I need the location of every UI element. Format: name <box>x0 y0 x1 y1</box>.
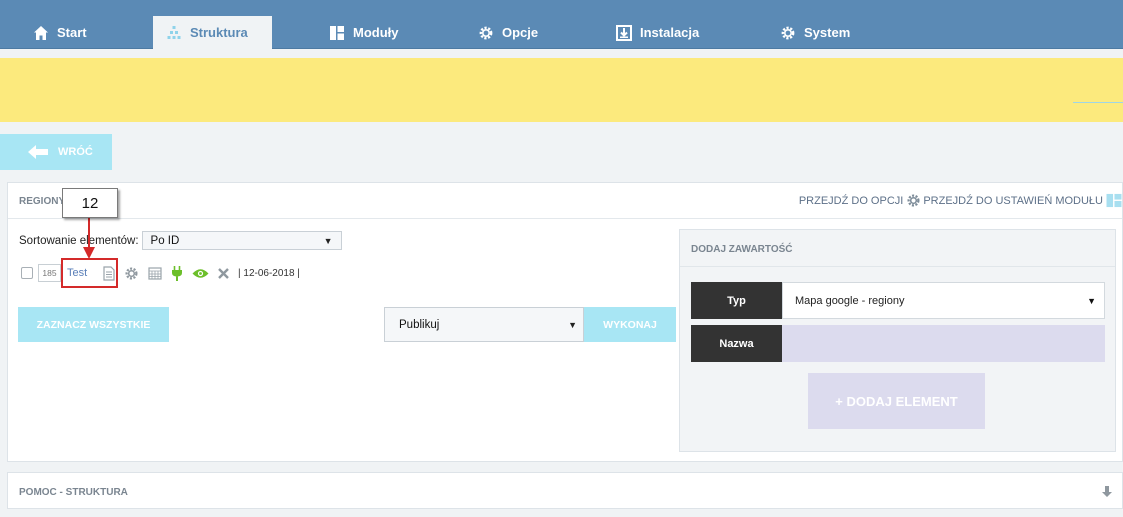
tab-label: Struktura <box>190 25 248 40</box>
annotation-highlight-box <box>61 258 118 288</box>
go-to-module-settings-link[interactable]: PRZEJDŹ DO USTAWIEŃ MODUŁU <box>923 195 1103 207</box>
dropdown-arrow-icon: ▼ <box>323 235 333 246</box>
sort-label: Sortowanie elementów: <box>19 234 139 247</box>
expand-down-icon[interactable] <box>1102 486 1112 498</box>
panel-header-links: PRZEJDŹ DO OPCJI PRZEJDŹ DO USTAWIEŃ MOD… <box>799 193 1122 208</box>
divider <box>680 266 1115 267</box>
name-input[interactable] <box>782 325 1105 362</box>
add-element-button[interactable]: + DODAJ ELEMENT <box>808 373 985 429</box>
gear-icon <box>479 26 493 39</box>
bulk-action-value: Publikuj <box>399 318 440 331</box>
help-panel[interactable]: POMOC - STRUKTURA <box>7 472 1123 509</box>
item-checkbox[interactable] <box>21 267 33 279</box>
select-all-button[interactable]: ZAZNACZ WSZYSTKIE <box>18 307 169 342</box>
name-label: Nazwa <box>691 325 782 362</box>
type-select[interactable]: Mapa google - regiony ▼ <box>782 282 1105 319</box>
type-label: Typ <box>691 282 782 319</box>
notification-banner <box>0 58 1123 122</box>
tab-system[interactable]: System <box>780 16 880 49</box>
modules-icon[interactable] <box>1106 193 1122 208</box>
regions-panel-header: REGIONY PRZEJDŹ DO OPCJI PRZEJDŹ DO USTA… <box>8 183 1122 219</box>
bulk-action-select[interactable]: Publikuj ▼ <box>384 307 584 342</box>
tab-label: Instalacja <box>640 25 700 40</box>
help-panel-title: POMOC - STRUKTURA <box>19 487 128 498</box>
tab-moduly[interactable]: Moduły <box>329 16 439 49</box>
add-content-panel: DODAJ ZAWARTOŚĆ Typ Mapa google - region… <box>679 229 1116 452</box>
banner-divider <box>1073 102 1123 103</box>
gear-icon[interactable] <box>906 193 921 208</box>
tab-opcje[interactable]: Opcje <box>478 16 578 49</box>
sort-row: Sortowanie elementów: Po ID ▼ <box>19 231 342 250</box>
item-id-badge: 185 <box>38 264 61 282</box>
gear-icon <box>781 26 795 39</box>
sort-select[interactable]: Po ID ▼ <box>141 231 342 250</box>
modules-icon <box>330 25 344 40</box>
plug-icon[interactable] <box>171 265 183 281</box>
tab-instalacja[interactable]: Instalacja <box>616 16 736 49</box>
back-button-label: WRÓĆ <box>58 146 93 158</box>
tab-start[interactable]: Start <box>22 16 122 49</box>
structure-icon <box>167 25 181 39</box>
top-navigation: Start Struktura Moduły Opcje Instalacja … <box>0 0 1123 49</box>
arrow-left-icon <box>28 145 48 159</box>
install-icon <box>616 24 632 41</box>
annotation-callout: 12 <box>62 188 118 218</box>
dropdown-arrow-icon: ▼ <box>568 319 577 330</box>
tab-label: System <box>804 25 851 40</box>
eye-icon[interactable] <box>192 268 209 279</box>
gear-icon[interactable] <box>124 266 139 281</box>
regions-panel-title: REGIONY <box>19 196 66 207</box>
sort-select-value: Po ID <box>150 234 180 247</box>
tab-label: Moduły <box>353 25 399 40</box>
execute-button[interactable]: WYKONAJ <box>584 307 676 342</box>
calendar-icon[interactable] <box>148 266 162 280</box>
tab-label: Start <box>57 25 87 40</box>
tab-label: Opcje <box>502 25 539 40</box>
home-icon <box>34 25 48 40</box>
annotation-arrow <box>83 218 95 259</box>
go-to-options-link[interactable]: PRZEJDŹ DO OPCJI <box>799 195 904 207</box>
back-button[interactable]: WRÓĆ <box>0 134 112 170</box>
add-content-title: DODAJ ZAWARTOŚĆ <box>691 244 793 255</box>
tab-struktura[interactable]: Struktura <box>153 16 272 49</box>
item-date: | 12-06-2018 | <box>238 267 300 279</box>
delete-icon[interactable] <box>218 267 229 279</box>
dropdown-arrow-icon: ▼ <box>1087 295 1096 306</box>
type-select-value: Mapa google - regiony <box>795 294 905 307</box>
